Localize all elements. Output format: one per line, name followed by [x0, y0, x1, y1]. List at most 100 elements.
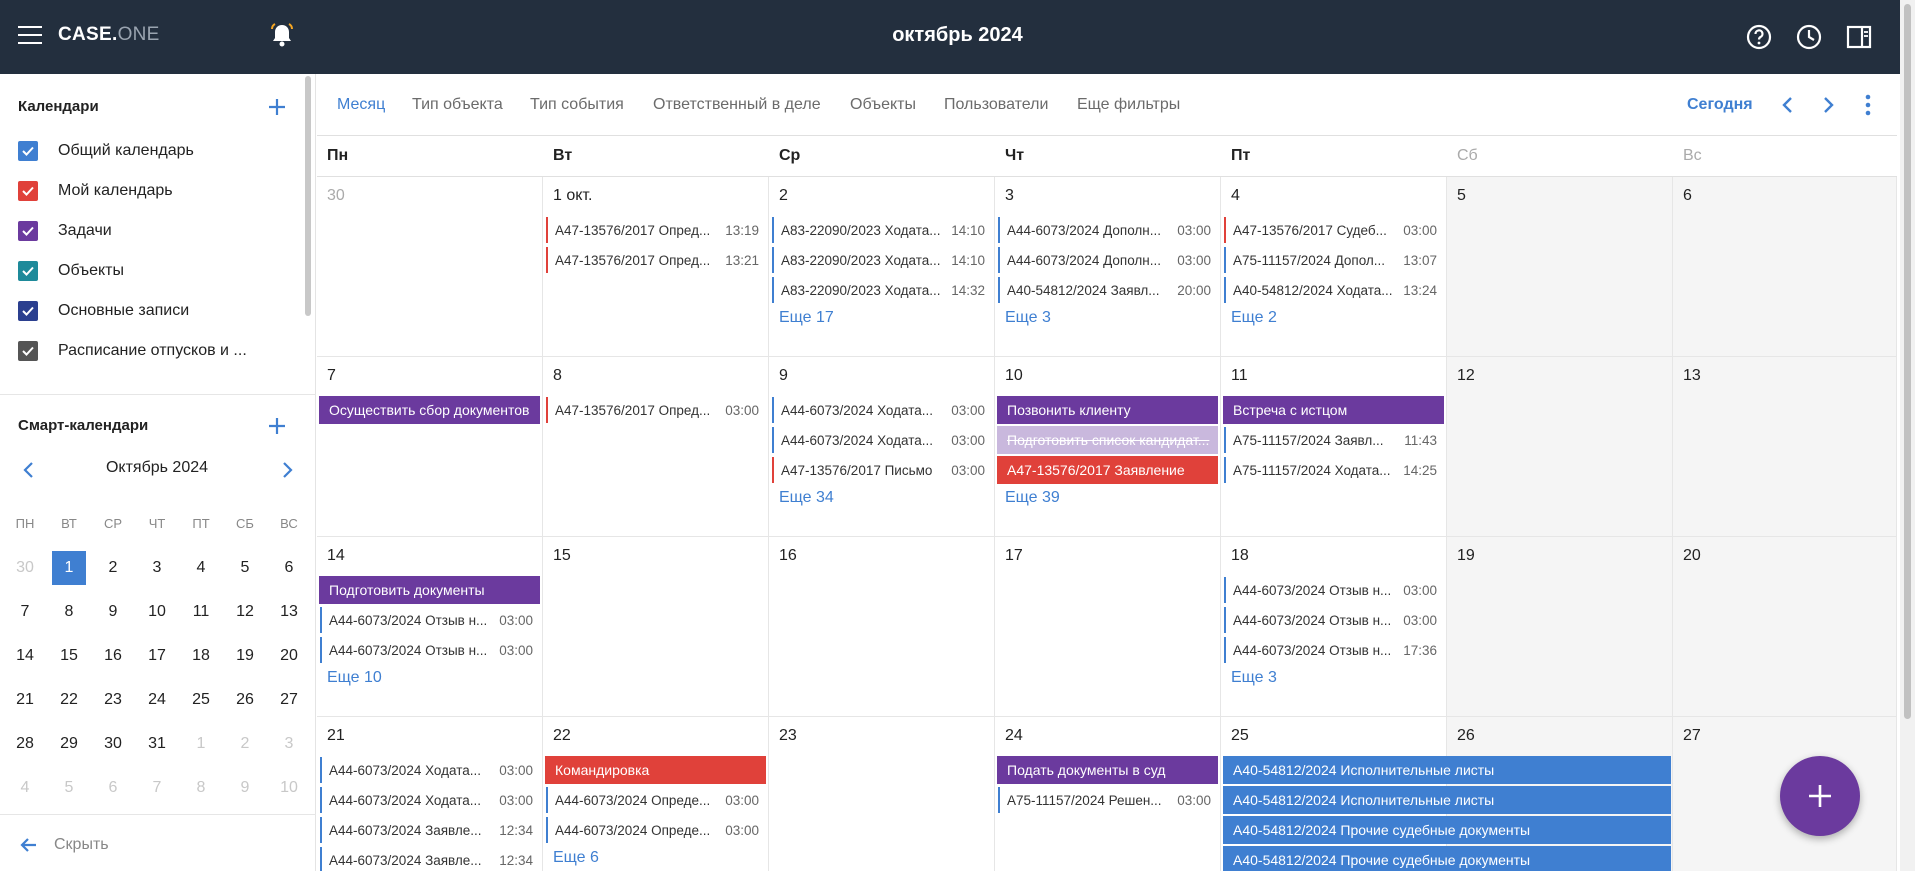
event-item[interactable]: А44-6073/2024 Отзыв н... 03:00: [320, 637, 539, 663]
mini-day[interactable]: 9: [228, 771, 262, 805]
checkbox-checked-icon[interactable]: [18, 221, 38, 241]
event-item[interactable]: А47-13576/2017 Опред... 13:19: [546, 217, 765, 243]
filter-tab[interactable]: Месяц: [337, 96, 385, 114]
event-bar[interactable]: Подготовить документы: [319, 576, 540, 604]
mini-day[interactable]: 22: [52, 683, 86, 717]
mini-day[interactable]: 28: [8, 727, 42, 761]
day-number[interactable]: 18: [1231, 547, 1249, 565]
filter-tab[interactable]: Объекты: [850, 96, 916, 114]
event-item[interactable]: А75-11157/2024 Решен... 03:00: [998, 787, 1217, 813]
mini-day[interactable]: 5: [52, 771, 86, 805]
event-item[interactable]: А44-6073/2024 Ходата... 03:00: [320, 757, 539, 783]
day-number[interactable]: 16: [779, 547, 797, 565]
mini-day[interactable]: 30: [96, 727, 130, 761]
event-item[interactable]: А44-6073/2024 Отзыв н... 03:00: [320, 607, 539, 633]
multi-day-event-bar[interactable]: А40-54812/2024 Исполнительные листы: [1223, 786, 1671, 814]
mini-day[interactable]: 4: [184, 551, 218, 585]
event-item[interactable]: А75-11157/2024 Заявл... 11:43: [1224, 427, 1443, 453]
mini-day[interactable]: 7: [8, 595, 42, 629]
mini-day[interactable]: 8: [52, 595, 86, 629]
event-bar[interactable]: Подготовить список кандидат...: [997, 426, 1218, 454]
day-number[interactable]: 20: [1683, 547, 1701, 565]
more-events-link[interactable]: Еще 10: [327, 669, 382, 687]
checkbox-checked-icon[interactable]: [18, 341, 38, 361]
multi-day-event-bar[interactable]: А40-54812/2024 Прочие судебные документы: [1223, 816, 1671, 844]
event-bar[interactable]: Встреча с истцом: [1223, 396, 1444, 424]
event-item[interactable]: А40-54812/2024 Ходата... 13:24: [1224, 277, 1443, 303]
day-cell[interactable]: 30: [317, 177, 543, 357]
day-cell[interactable]: 22 Командировка А44-6073/2024 Опреде... 03:…: [543, 717, 769, 871]
mini-day[interactable]: 11: [184, 595, 218, 629]
checkbox-checked-icon[interactable]: [18, 141, 38, 161]
mini-day[interactable]: 17: [140, 639, 174, 673]
event-bar[interactable]: Командировка: [545, 756, 766, 784]
event-item[interactable]: А44-6073/2024 Ходата... 03:00: [772, 427, 991, 453]
mini-day[interactable]: 3: [272, 727, 306, 761]
event-item[interactable]: А47-13576/2017 Письмо 03:00: [772, 457, 991, 483]
more-events-link[interactable]: Еще 6: [553, 849, 599, 867]
event-item[interactable]: А47-13576/2017 Опред... 13:21: [546, 247, 765, 273]
clock-icon[interactable]: [1794, 22, 1824, 52]
mini-day[interactable]: 6: [96, 771, 130, 805]
mini-day[interactable]: 24: [140, 683, 174, 717]
mini-day[interactable]: 15: [52, 639, 86, 673]
filter-tab[interactable]: Тип объекта: [412, 96, 503, 114]
mini-day[interactable]: 2: [96, 551, 130, 585]
day-cell[interactable]: 2 А83-22090/2023 Ходата... 14:10 А83-22090/…: [769, 177, 995, 357]
day-cell[interactable]: 18 А44-6073/2024 Отзыв н... 03:00 А44-6073/…: [1221, 537, 1447, 717]
mini-day[interactable]: 9: [96, 595, 130, 629]
event-item[interactable]: А44-6073/2024 Отзыв н... 17:36: [1224, 637, 1443, 663]
filter-tab[interactable]: Ответственный в деле: [653, 96, 821, 114]
checkbox-checked-icon[interactable]: [18, 301, 38, 321]
page-scrollbar-thumb[interactable]: [1904, 4, 1911, 719]
mini-day[interactable]: 16: [96, 639, 130, 673]
event-item[interactable]: А44-6073/2024 Опреде... 03:00: [546, 787, 765, 813]
more-events-link[interactable]: Еще 3: [1005, 309, 1051, 327]
day-number[interactable]: 8: [553, 367, 562, 385]
panel-icon[interactable]: [1844, 22, 1874, 52]
day-number[interactable]: 9: [779, 367, 788, 385]
more-events-link[interactable]: Еще 2: [1231, 309, 1277, 327]
day-number[interactable]: 30: [327, 187, 345, 205]
event-item[interactable]: А44-6073/2024 Дополн... 03:00: [998, 247, 1217, 273]
more-events-link[interactable]: Еще 3: [1231, 669, 1277, 687]
calendar-item[interactable]: Расписание отпусков и ...: [18, 338, 247, 364]
day-number[interactable]: 6: [1683, 187, 1692, 205]
event-item[interactable]: А47-13576/2017 Судеб... 03:00: [1224, 217, 1443, 243]
event-bar[interactable]: Позвонить клиенту: [997, 396, 1218, 424]
mini-day[interactable]: 21: [8, 683, 42, 717]
day-cell[interactable]: 6: [1673, 177, 1897, 357]
day-number[interactable]: 23: [779, 727, 797, 745]
day-number[interactable]: 13: [1683, 367, 1701, 385]
day-cell[interactable]: 23: [769, 717, 995, 871]
mini-day[interactable]: 6: [272, 551, 306, 585]
day-cell[interactable]: 1 окт. А47-13576/2017 Опред... 13:19 А47-13…: [543, 177, 769, 357]
more-events-link[interactable]: Еще 17: [779, 309, 834, 327]
more-events-link[interactable]: Еще 39: [1005, 489, 1060, 507]
app-logo[interactable]: CASE.ONE: [58, 24, 160, 46]
event-item[interactable]: А75-11157/2024 Допол... 13:07: [1224, 247, 1443, 273]
event-bar[interactable]: Осуществить сбор документов: [319, 396, 540, 424]
day-number[interactable]: 3: [1005, 187, 1014, 205]
day-number[interactable]: 24: [1005, 727, 1023, 745]
day-cell[interactable]: 16: [769, 537, 995, 717]
day-number[interactable]: 27: [1683, 727, 1701, 745]
mini-day[interactable]: 25: [184, 683, 218, 717]
day-cell[interactable]: 13: [1673, 357, 1897, 537]
event-item[interactable]: А75-11157/2024 Ходата... 14:25: [1224, 457, 1443, 483]
day-number[interactable]: 4: [1231, 187, 1240, 205]
day-number[interactable]: 25: [1231, 727, 1249, 745]
event-item[interactable]: А83-22090/2023 Ходата... 14:32: [772, 277, 991, 303]
calendar-item[interactable]: Мой календарь: [18, 178, 173, 204]
calendar-item[interactable]: Объекты: [18, 258, 124, 284]
add-event-button[interactable]: [1780, 756, 1860, 836]
mini-day[interactable]: 23: [96, 683, 130, 717]
day-number[interactable]: 10: [1005, 367, 1023, 385]
day-number[interactable]: 26: [1457, 727, 1475, 745]
mini-next-month-icon[interactable]: [276, 459, 298, 481]
day-cell[interactable]: 4 А47-13576/2017 Судеб... 03:00 А75-11157/2…: [1221, 177, 1447, 357]
checkbox-checked-icon[interactable]: [18, 181, 38, 201]
filter-tab[interactable]: Еще фильтры: [1077, 96, 1180, 114]
event-item[interactable]: А44-6073/2024 Ходата... 03:00: [772, 397, 991, 423]
calendar-item[interactable]: Основные записи: [18, 298, 189, 324]
